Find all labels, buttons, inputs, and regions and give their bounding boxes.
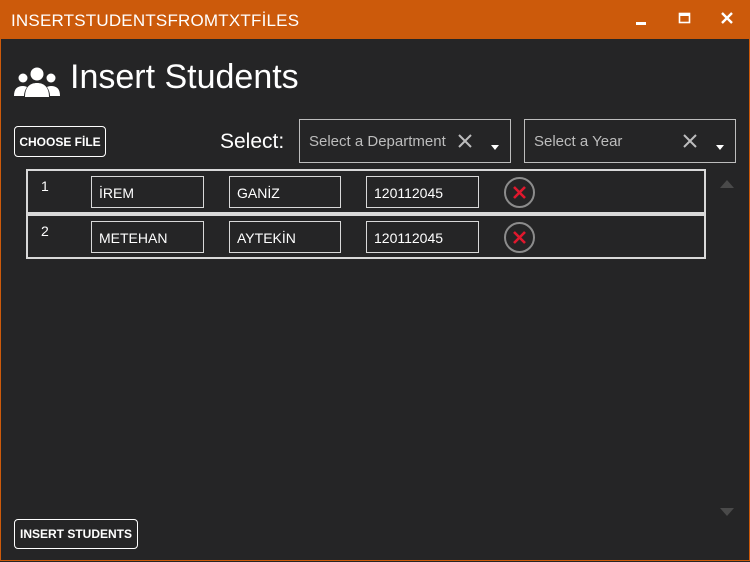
year-select[interactable]: Select a Year [524,119,736,163]
delete-x-icon [513,231,526,244]
chevron-down-icon[interactable] [716,138,724,156]
select-label: Select: [220,130,285,153]
row-index: 2 [41,223,49,239]
delete-x-icon [513,186,526,199]
first-name-field[interactable]: METEHAN [91,221,204,253]
last-name-field[interactable]: GANİZ [229,176,341,208]
last-name-field[interactable]: AYTEKİN [229,221,341,253]
window-frame [0,39,750,561]
users-icon [14,66,60,103]
close-icon[interactable] [716,8,740,30]
minimize-icon[interactable] [629,8,653,30]
clear-department-icon[interactable] [458,134,472,153]
list-item: 1 İREM GANİZ 120112045 [26,169,706,214]
chevron-down-icon[interactable] [491,138,499,156]
delete-row-button[interactable] [504,177,535,208]
student-number-field[interactable]: 120112045 [366,176,479,208]
row-index: 1 [41,178,49,194]
page-title: Insert Students [70,58,299,96]
scroll-down-arrow[interactable] [720,503,734,521]
window-title: INSERTSTUDENTSFROMTXTFİLES [11,11,300,30]
insert-students-button[interactable]: INSERT STUDENTS [14,519,138,549]
department-placeholder: Select a Department [309,133,446,150]
clear-year-icon[interactable] [683,134,697,153]
student-list: 1 İREM GANİZ 120112045 2 METEHAN AYTEKİN… [26,169,706,259]
title-bar: INSERTSTUDENTSFROMTXTFİLES [0,0,750,39]
student-number-field[interactable]: 120112045 [366,221,479,253]
department-select[interactable]: Select a Department [299,119,511,163]
maximize-icon[interactable] [673,8,697,30]
choose-file-button[interactable]: CHOOSE FİLE [14,126,106,157]
year-placeholder: Select a Year [534,133,623,150]
list-item: 2 METEHAN AYTEKİN 120112045 [26,214,706,259]
scroll-up-arrow[interactable] [720,175,734,193]
first-name-field[interactable]: İREM [91,176,204,208]
delete-row-button[interactable] [504,222,535,253]
